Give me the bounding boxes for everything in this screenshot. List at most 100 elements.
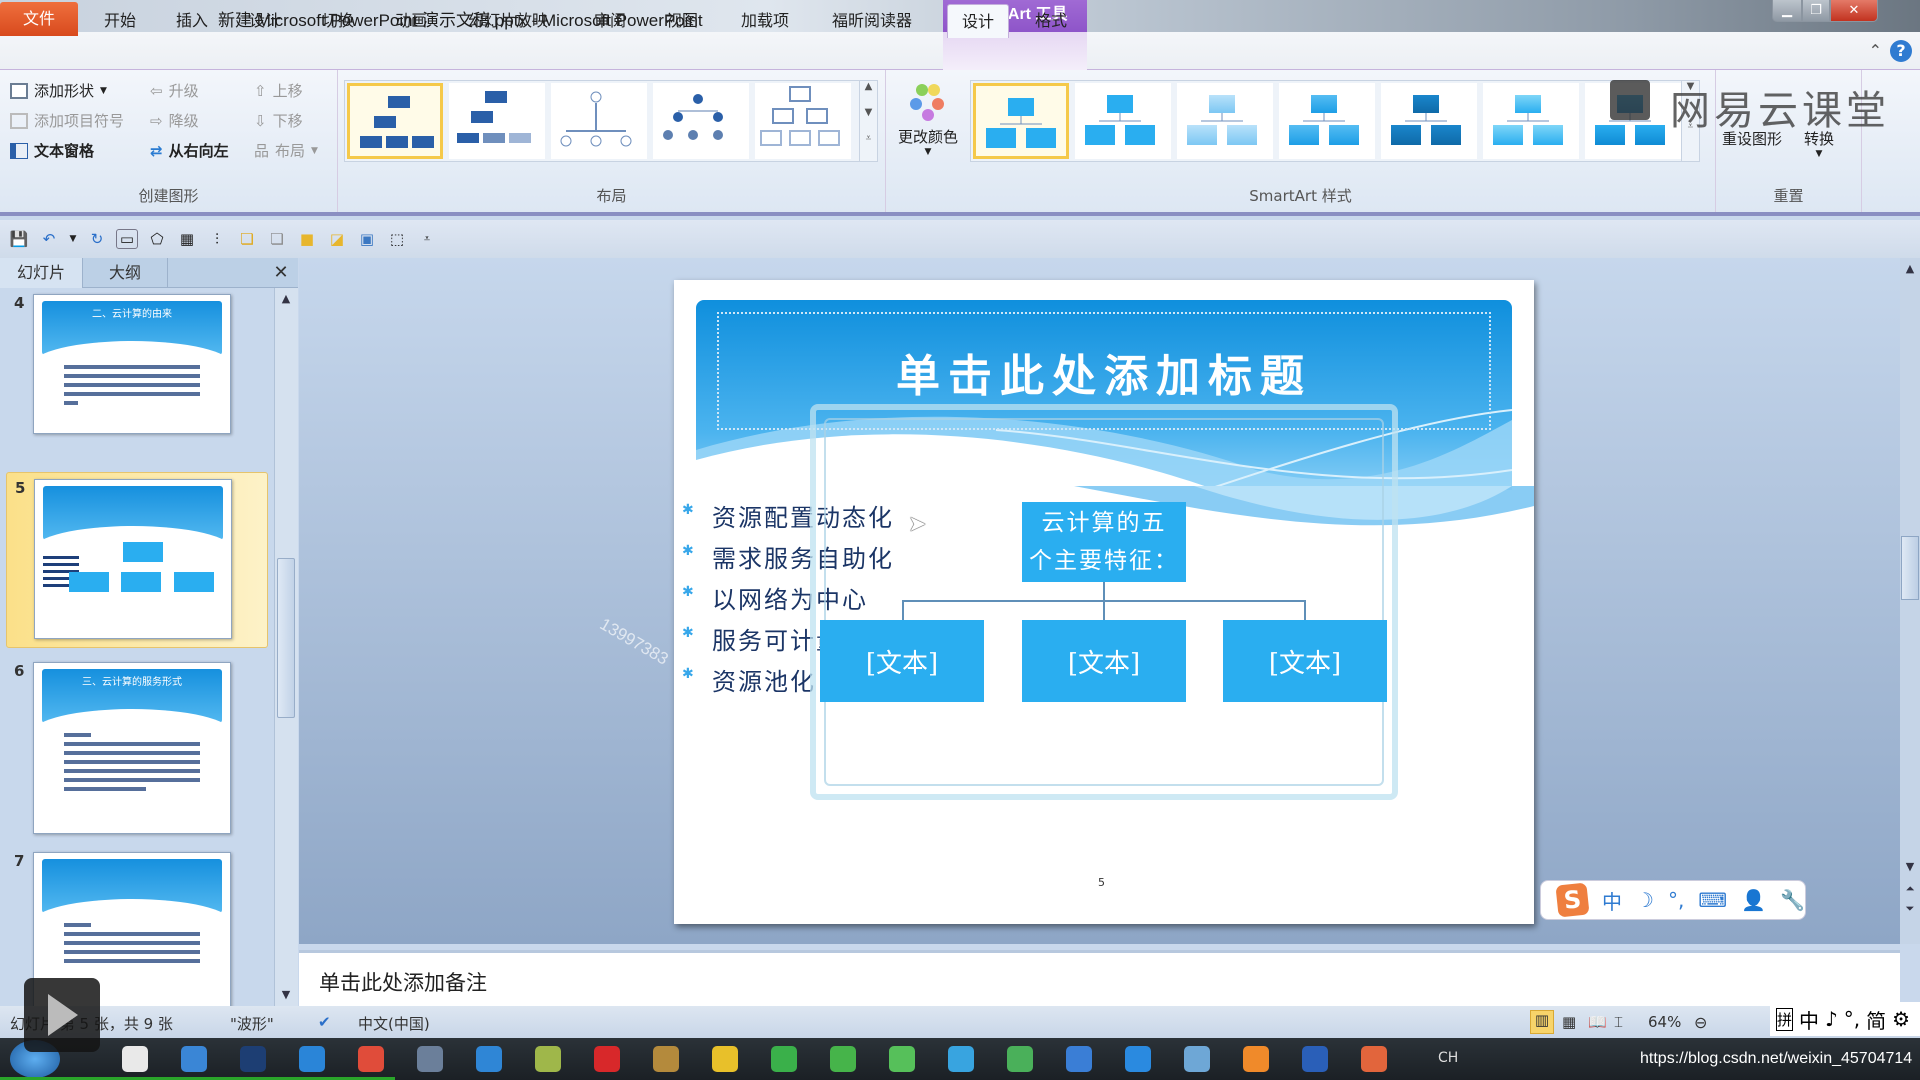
tab-file[interactable]: 文件	[0, 2, 78, 36]
ime-chinese-icon[interactable]: 中	[1799, 1005, 1819, 1034]
smartart-style-option[interactable]	[1483, 83, 1579, 159]
taskbar-kugou-icon[interactable]	[476, 1046, 502, 1072]
slideshow-view-button[interactable]: ⌶	[1614, 1013, 1623, 1031]
tab-foxit-reader[interactable]: 福昕阅读器	[826, 4, 918, 38]
smartart-style-option[interactable]	[1381, 83, 1477, 159]
insert-picture-icon[interactable]: ▣	[356, 229, 378, 249]
tab-view[interactable]: 视图	[662, 4, 702, 38]
change-colors-button[interactable]: 更改颜色 ▼	[898, 82, 958, 157]
tab-slideshow[interactable]: 幻灯片放映	[465, 4, 551, 38]
select-objects-icon[interactable]: ⬚	[386, 229, 408, 249]
ime-punctuation-icon[interactable]: °,	[1844, 1007, 1860, 1031]
ime-halfwidth-icon[interactable]: ☽	[1636, 888, 1654, 912]
slide-sorter-view-button[interactable]: ▦	[1562, 1013, 1576, 1031]
redo-icon[interactable]: ↻	[86, 229, 108, 249]
tab-review[interactable]: 审阅	[590, 4, 630, 38]
close-button[interactable]: ✕	[1830, 0, 1878, 22]
help-icon[interactable]: ?	[1890, 40, 1912, 62]
undo-icon[interactable]: ↶	[38, 229, 60, 249]
taskbar-word-icon[interactable]	[1302, 1046, 1328, 1072]
shapes-icon[interactable]: ⬠	[146, 229, 168, 249]
layout-dropdown-button[interactable]: 品布局 ▼	[254, 140, 318, 161]
notes-pane[interactable]: 单击此处添加备注	[299, 950, 1900, 1006]
taskbar-photoshop-icon[interactable]	[240, 1046, 266, 1072]
taskbar-red-app-icon[interactable]	[594, 1046, 620, 1072]
smartart-style-option[interactable]	[1075, 83, 1171, 159]
taskbar-powerpoint-icon[interactable]	[1361, 1046, 1387, 1072]
undo-dropdown-icon[interactable]: ▼	[68, 229, 78, 249]
table-icon[interactable]: ▦	[176, 229, 198, 249]
language-status[interactable]: 中文(中国)	[358, 1013, 430, 1034]
tab-outline[interactable]: 大纲	[82, 258, 168, 288]
layouts-scroll-down[interactable]: ▼	[859, 107, 877, 133]
zoom-out-button[interactable]: ⊖	[1694, 1013, 1707, 1032]
layouts-scroll-up[interactable]: ▲	[859, 81, 877, 107]
smartart-child-node[interactable]: [文本]	[1223, 620, 1387, 702]
slide-thumbnail-6[interactable]: 6 三、云计算的服务形式	[6, 656, 268, 836]
reading-view-button[interactable]: 📖	[1588, 1013, 1607, 1031]
ime-keyboard-icon[interactable]: ⌨	[1698, 888, 1727, 912]
ime-user-icon[interactable]: 👤	[1741, 888, 1766, 912]
taskbar-qq-icon[interactable]	[712, 1046, 738, 1072]
taskbar-foxit-icon[interactable]	[1243, 1046, 1269, 1072]
taskbar-cloud-drive-icon[interactable]	[1066, 1046, 1092, 1072]
tab-insert[interactable]: 插入	[172, 4, 212, 38]
send-backward-icon[interactable]: ❏	[266, 229, 288, 249]
restore-button[interactable]: ❐	[1802, 0, 1830, 22]
smartart-style-option[interactable]	[1279, 83, 1375, 159]
smartart-child-node[interactable]: [文本]	[820, 620, 984, 702]
play-button-icon[interactable]	[24, 978, 100, 1052]
layout-option-hierarchy[interactable]	[347, 83, 443, 159]
move-down-button[interactable]: ⇩ 下移	[254, 110, 303, 131]
ime-chinese-mode-icon[interactable]: 中	[1602, 886, 1622, 915]
taskbar-chat-tool-icon[interactable]	[417, 1046, 443, 1072]
scroll-down-arrow[interactable]: ▼	[1900, 860, 1920, 873]
sogou-ime-toolbar[interactable]: S 中 ☽ °, ⌨ 👤 🔧	[1540, 880, 1806, 920]
tab-smartart-design[interactable]: 设计	[947, 4, 1009, 38]
taskbar-colorful-app-icon[interactable]	[358, 1046, 384, 1072]
scroll-down-arrow[interactable]: ▼	[275, 988, 297, 1001]
taskbar-qq-pet-icon[interactable]	[653, 1046, 679, 1072]
next-slide-button[interactable]: ⏷	[1900, 902, 1920, 916]
new-slide-icon[interactable]: ▭	[116, 229, 138, 249]
tab-home[interactable]: 开始	[100, 4, 140, 38]
scroll-up-arrow[interactable]: ▲	[275, 292, 297, 305]
ime-settings-icon[interactable]: ⚙	[1892, 1007, 1910, 1031]
taskbar-video-player-icon[interactable]	[299, 1046, 325, 1072]
text-pane-button[interactable]: 文本窗格	[10, 140, 94, 161]
taskbar-weibo-icon[interactable]	[948, 1046, 974, 1072]
previous-slide-button[interactable]: ⏶	[1900, 882, 1920, 896]
smartart-root-node[interactable]: 云计算的五 个主要特征：	[1022, 502, 1186, 582]
slide-thumbnail-4[interactable]: 4 二、云计算的由来	[6, 288, 268, 468]
layout-option-circle-hierarchy[interactable]	[551, 83, 647, 159]
taskbar-360-browser-icon[interactable]	[830, 1046, 856, 1072]
spellcheck-icon[interactable]: ✔	[318, 1013, 331, 1031]
tab-transitions[interactable]: 切换	[318, 4, 358, 38]
minimize-button[interactable]: ▁	[1772, 0, 1802, 22]
ime-mini-status[interactable]: 拼 中 ♪ °, 简 ⚙	[1770, 1002, 1920, 1036]
minimize-ribbon-icon[interactable]: ⌃	[1869, 41, 1882, 60]
ime-halfwidth-icon[interactable]: ♪	[1825, 1007, 1838, 1031]
layout-option-dot-hierarchy[interactable]	[653, 83, 749, 159]
align-icon[interactable]: ⫶	[206, 229, 228, 249]
scroll-up-arrow[interactable]: ▲	[1900, 262, 1920, 275]
scrollbar-thumb[interactable]	[1901, 536, 1919, 600]
taskbar-pinyin-tool-icon[interactable]	[181, 1046, 207, 1072]
save-icon[interactable]: 💾	[8, 229, 30, 249]
layouts-more-button[interactable]: ⩡	[859, 133, 877, 161]
tab-smartart-format[interactable]: 格式	[1020, 4, 1082, 38]
add-shape-button[interactable]: 添加形状 ▼	[10, 80, 107, 101]
ime-punctuation-icon[interactable]: °,	[1668, 888, 1684, 912]
tab-slides[interactable]: 幻灯片	[0, 258, 82, 288]
ime-simplified-icon[interactable]: 简	[1866, 1005, 1886, 1034]
close-panel-icon[interactable]: ✕	[270, 258, 292, 288]
bring-to-front-icon[interactable]: ■	[296, 229, 318, 249]
taskbar-spreadsheet-icon[interactable]	[771, 1046, 797, 1072]
normal-view-button[interactable]: ▥	[1530, 1010, 1554, 1034]
tray-language[interactable]: CH	[1438, 1050, 1458, 1066]
taskbar-wechat-icon[interactable]	[889, 1046, 915, 1072]
smartart-child-node[interactable]: [文本]	[1022, 620, 1186, 702]
ime-pinyin-icon[interactable]: 拼	[1776, 1007, 1794, 1031]
notes-placeholder[interactable]: 单击此处添加备注	[319, 967, 487, 997]
smartart-style-option[interactable]	[1177, 83, 1273, 159]
